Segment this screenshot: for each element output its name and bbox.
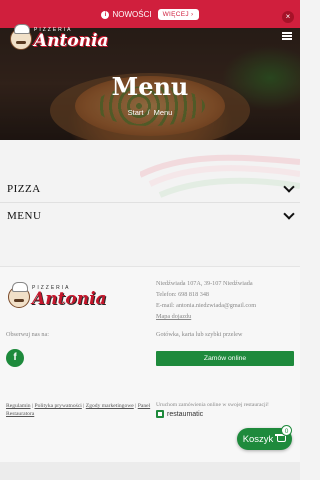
contact-info: Niedźwiada 107A, 39-107 Niedźwiada Telef… (156, 278, 256, 322)
order-online-button[interactable]: Zamów online (156, 351, 294, 366)
email[interactable]: E-mail: antonia.niedzwiada@gmail.com (156, 300, 256, 311)
category-pizza[interactable]: PIZZA (0, 175, 300, 203)
bottom-strip (0, 462, 300, 480)
close-icon[interactable]: × (282, 11, 294, 23)
cart-count-badge: 0 (281, 425, 292, 436)
facebook-icon[interactable]: f (6, 349, 24, 367)
chevron-down-icon (283, 180, 295, 193)
logo-name-text: Antonia (34, 31, 109, 51)
hamburger-icon[interactable] (282, 32, 292, 40)
info-icon: i (101, 10, 110, 19)
payment-info: Gotówka, karta lub szybki przelew (156, 331, 243, 338)
privacy-link[interactable]: Polityka prywatności (34, 403, 81, 409)
breadcrumb-start-link[interactable]: Start (128, 108, 144, 117)
chevron-down-icon (283, 208, 295, 220)
category-label: MENU (7, 210, 42, 222)
category-menu[interactable]: MENU (0, 202, 300, 230)
more-button[interactable]: WIĘCEJ › (157, 9, 199, 20)
header-logo[interactable]: PIZZERIA Antonia (10, 24, 109, 51)
address: Niedźwiada 107A, 39-107 Niedźwiada (156, 280, 253, 287)
restaumatic-brand[interactable]: restaumatic (156, 410, 203, 418)
news-text: NOWOŚCI (112, 10, 152, 19)
footer-logo[interactable]: PIZZERIA Antonia (8, 282, 107, 309)
news-label: i NOWOŚCI (101, 10, 152, 19)
restaumatic-note: Uruchom zamówienia online w swojej resta… (156, 402, 269, 408)
chef-mascot-icon (10, 24, 32, 50)
restaumatic-logo-icon (156, 410, 164, 418)
breadcrumb-separator: / (147, 108, 150, 117)
page-title: Menu (111, 72, 189, 101)
marketing-consents-link[interactable]: Zgody marketingowe (86, 403, 134, 409)
chef-mascot-icon (8, 282, 30, 308)
phone[interactable]: Telefon: 698 818 348 (156, 289, 256, 300)
restaumatic-name: restaumatic (167, 410, 204, 418)
cart-icon (275, 434, 288, 442)
cart-label: Koszyk (242, 433, 274, 445)
logo-name-text: Antonia (32, 289, 107, 309)
terms-link[interactable]: Regulamin (6, 403, 31, 409)
breadcrumb-current: Menu (153, 108, 173, 117)
cart-button[interactable]: Koszyk 0 (237, 425, 292, 450)
follow-label: Obserwuj nas na: (6, 331, 49, 338)
category-label: PIZZA (7, 182, 41, 195)
breadcrumb: Start / Menu (0, 108, 300, 117)
map-link[interactable]: Mapa dojazdu (156, 311, 256, 322)
legal-links: Regulamin | Polityka prywatności | Zgody… (6, 403, 151, 417)
